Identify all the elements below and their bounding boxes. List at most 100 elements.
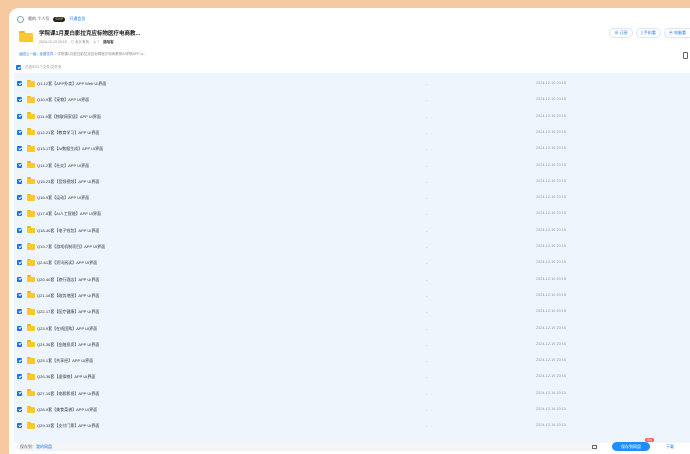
table-row[interactable]: Q12-21套【教育学习】APP UI界面 - 2024-12-19 20:15 (14, 126, 690, 138)
folder-icon (27, 405, 35, 413)
file-name[interactable]: Q24-36套【金融投资】APP UI界面 (37, 342, 99, 348)
folder-icon (27, 95, 35, 103)
table-row[interactable]: Q23-9套【在线团购】APP UI界面 - 2024-12-19 20:15 (14, 322, 690, 334)
file-name[interactable]: Q13-17套【AI数据生成】APP UI界面 (37, 146, 103, 152)
row-checkbox[interactable] (17, 162, 22, 168)
file-name[interactable]: Q14-2套【社交】APP UI界面 (37, 163, 89, 169)
file-date: 2024-12-19 20:15 (536, 390, 566, 395)
file-name[interactable]: Q12-21套【教育学习】APP UI界面 (37, 130, 99, 136)
row-checkbox[interactable] (17, 195, 22, 201)
row-checkbox[interactable] (17, 390, 22, 396)
row-checkbox[interactable] (17, 211, 22, 217)
share-meta: 2024-12-19 20:15 ⊙ 永久有效 ◎ 7 路哈客 (39, 40, 140, 45)
file-date: 2024-12-19 20:15 (536, 292, 566, 297)
table-row[interactable]: Q16-9套【运动】APP UI界面 - 2024-12-19 20:15 (14, 192, 690, 204)
avatar[interactable] (17, 15, 24, 23)
computer-view-button[interactable]: ▣ 电脑看 (663, 28, 690, 38)
row-checkbox[interactable] (17, 227, 22, 233)
table-row[interactable]: Q22-17套【医疗健康】APP UI界面 - 2024-12-19 20:15 (14, 306, 690, 318)
table-row[interactable]: Q2-61套【资讯阅读】APP UI界面 - 2024-12-19 20:15 (14, 257, 690, 269)
choose-folder-icon[interactable] (592, 444, 597, 449)
file-date: 2024-12-19 20:15 (536, 341, 566, 346)
row-checkbox[interactable] (17, 423, 22, 429)
file-name[interactable]: Q16-9套【运动】APP UI界面 (37, 195, 89, 201)
file-name[interactable]: Q10-9套【宠物】APP UI界面 (37, 97, 89, 103)
row-checkbox[interactable] (17, 260, 22, 266)
table-row[interactable]: Q19-7套【游戏机制项目】APP UI界面 - 2024-12-19 20:15 (14, 241, 690, 253)
row-checkbox[interactable] (17, 407, 22, 412)
file-name[interactable]: Q21-16套【政务地图】APP UI界面 (37, 293, 99, 299)
table-row[interactable]: Q10-9套【宠物】APP UI界面 - 2024-12-19 20:15 (14, 94, 690, 106)
user-name[interactable]: 哦的-个人号 (28, 16, 49, 22)
share-panel: 哦的-个人号 SVIP 开通会员 学院课1月夏白影拉克应标物医疗电商教... 2… (9, 8, 690, 454)
save-to-netdisk-button[interactable]: 保存到网盘 (612, 442, 650, 451)
row-checkbox[interactable] (17, 374, 22, 380)
download-button[interactable]: 下载 (661, 442, 679, 451)
row-checkbox[interactable] (17, 325, 22, 331)
save-path[interactable]: 我的网盘 (36, 444, 52, 449)
table-row[interactable]: Q27-15套【电影影视】APP UI界面 - 2024-12-19 20:15 (14, 387, 690, 399)
file-date: 2024-12-19 20:15 (536, 146, 566, 151)
table-row[interactable]: Q11-9套【物联网家居】APP UI界面 - 2024-12-19 20:15 (14, 110, 690, 122)
file-name[interactable]: Q28-9套【美食菜谱】APP UI界面 (37, 407, 97, 413)
row-checkbox[interactable] (17, 113, 22, 119)
table-row[interactable]: Q26-36套【虚拟物】APP UI界面 - 2024-12-19 20:15 (14, 371, 690, 383)
row-checkbox[interactable] (17, 81, 22, 86)
row-checkbox[interactable] (17, 341, 22, 347)
phone-view-button[interactable]: ▯ 手机看 (635, 28, 661, 38)
file-size: - (426, 162, 428, 168)
file-date: 2024-12-19 20:15 (536, 374, 566, 379)
row-checkbox[interactable] (17, 358, 22, 364)
table-row[interactable]: Q15-23套【音频视频】APP UI界面 - 2024-12-19 20:15 (14, 175, 690, 187)
open-vip-link[interactable]: 开通会员 (69, 16, 85, 22)
row-checkbox[interactable] (17, 244, 22, 249)
table-row[interactable]: Q1-12套【APP外卖】APP Web UI界面 - 2024-12-19 20:… (14, 78, 690, 90)
file-date: 2024-12-19 20:15 (536, 276, 566, 281)
row-checkbox[interactable] (17, 309, 22, 315)
breadcrumb: 返回上一级 | 全部文件 > 学院课1月夏白影拉克应标物医疗电商教育AI学院AP… (19, 52, 146, 57)
select-all-row[interactable]: 已选中61个文件/文件夹 (16, 65, 61, 70)
row-checkbox[interactable] (17, 292, 22, 298)
file-name[interactable]: Q29-33套【支付门票】APP UI界面 (37, 423, 99, 429)
file-name[interactable]: Q15-23套【音频视频】APP UI界面 (37, 179, 99, 185)
file-name[interactable]: Q22-17套【医疗健康】APP UI界面 (37, 309, 99, 315)
file-name[interactable]: Q11-9套【物联网家居】APP UI界面 (37, 114, 101, 120)
table-row[interactable]: Q21-16套【政务地图】APP UI界面 - 2024-12-19 20:15 (14, 289, 690, 301)
table-row[interactable]: Q28-9套【美食菜谱】APP UI界面 - 2024-12-19 20:15 (14, 404, 690, 416)
share-title: 学院课1月夏白影拉克应标物医疗电商教... (39, 31, 141, 37)
subscribe-button[interactable]: ⊕ 订阅 (609, 28, 633, 38)
share-owner[interactable]: 路哈客 (103, 40, 114, 45)
table-row[interactable]: Q20-40套【旅行酒店】APP UI界面 - 2024-12-19 20:15 (14, 273, 690, 285)
table-row[interactable]: Q13-17套【AI数据生成】APP UI界面 - 2024-12-19 20:15 (14, 143, 690, 155)
file-name[interactable]: Q19-7套【游戏机制项目】APP UI界面 (37, 244, 105, 250)
table-row[interactable]: Q24-36套【金融投资】APP UI界面 - 2024-12-19 20:15 (14, 338, 690, 350)
file-name[interactable]: Q2-61套【资讯阅读】APP UI界面 (37, 260, 97, 266)
file-name[interactable]: Q26-36套【虚拟物】APP UI界面 (37, 374, 95, 380)
file-name[interactable]: Q18-40套【电子钱包】APP UI界面 (37, 228, 99, 234)
row-checkbox[interactable] (17, 146, 22, 152)
file-size: - (426, 374, 428, 380)
table-row[interactable]: Q14-2套【社交】APP UI界面 - 2024-12-19 20:15 (14, 159, 690, 171)
row-checkbox[interactable] (17, 97, 22, 103)
folder-icon (27, 372, 35, 380)
file-name[interactable]: Q1-12套【APP外卖】APP Web UI界面 (37, 81, 106, 87)
row-checkbox[interactable] (17, 129, 22, 135)
file-name[interactable]: Q23-9套【在线团购】APP UI界面 (37, 326, 97, 332)
save-path-field[interactable]: 保存到：我的网盘 (16, 442, 598, 451)
file-name[interactable]: Q17-8套【AI人工智能】APP UI界面 (37, 211, 101, 217)
all-files-link[interactable]: 全部文件 (39, 52, 53, 56)
scroll-indicator-icon[interactable] (683, 52, 688, 59)
select-all-checkbox[interactable] (16, 65, 21, 70)
table-row[interactable]: Q17-8套【AI人工智能】APP UI界面 - 2024-12-19 20:15 (14, 208, 690, 220)
table-row[interactable]: Q18-40套【电子钱包】APP UI界面 - 2024-12-19 20:15 (14, 224, 690, 236)
back-link[interactable]: 返回上一级 (19, 52, 37, 56)
file-name[interactable]: Q20-40套【旅行酒店】APP UI界面 (37, 277, 99, 283)
file-date: 2024-12-19 20:15 (536, 325, 566, 330)
row-checkbox[interactable] (17, 276, 22, 282)
file-name[interactable]: Q25-1套【共享经】APP UI界面 (37, 358, 93, 364)
row-checkbox[interactable] (17, 178, 22, 184)
table-row[interactable]: Q29-33套【支付门票】APP UI界面 - 2024-12-19 20:15 (14, 420, 690, 432)
folder-icon (27, 242, 35, 250)
table-row[interactable]: Q25-1套【共享经】APP UI界面 - 2024-12-19 20:15 (14, 355, 690, 367)
file-name[interactable]: Q27-15套【电影影视】APP UI界面 (37, 391, 99, 397)
